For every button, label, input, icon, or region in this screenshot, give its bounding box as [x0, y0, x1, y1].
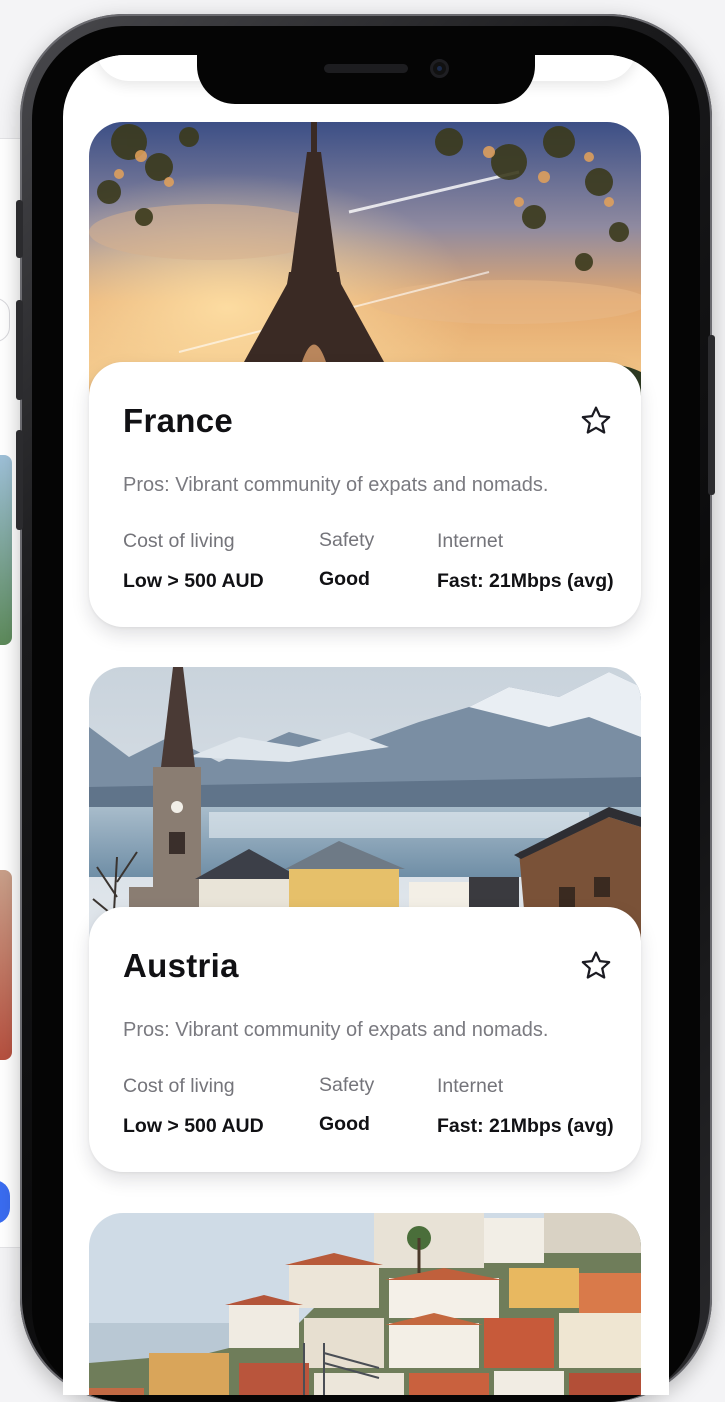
pros-text: Pros: Vibrant community of expats and no…	[123, 474, 549, 496]
app-screen[interactable]: France Pros: Vibrant community of expats…	[63, 55, 669, 1395]
internet-value: Fast: 21Mbps (avg)	[437, 1115, 614, 1137]
background-photo-strip	[0, 870, 12, 1060]
power-button	[708, 335, 715, 495]
star-outline-icon[interactable]	[579, 949, 613, 983]
destination-card-portugal[interactable]	[89, 1213, 641, 1395]
mute-switch	[16, 430, 23, 530]
porto-hillside-photo	[89, 1213, 641, 1395]
speaker-grille	[324, 64, 408, 73]
safety-value: Good	[319, 1113, 370, 1135]
cost-of-living-value: Low > 500 AUD	[123, 570, 264, 592]
destination-card-france[interactable]: France Pros: Vibrant community of expats…	[89, 122, 641, 627]
cost-of-living-value: Low > 500 AUD	[123, 1115, 264, 1137]
star-outline-icon[interactable]	[579, 404, 613, 438]
front-camera-icon	[430, 59, 449, 78]
destination-card-austria[interactable]: Austria Pros: Vibrant community of expat…	[89, 667, 641, 1172]
country-name: Austria	[123, 947, 239, 984]
destination-info-card: France Pros: Vibrant community of expats…	[89, 362, 641, 627]
pros-text: Pros: Vibrant community of expats and no…	[123, 1019, 549, 1041]
internet-label: Internet	[437, 1075, 504, 1097]
cost-of-living-label: Cost of living	[123, 530, 235, 552]
country-name: France	[123, 402, 234, 439]
internet-label: Internet	[437, 530, 504, 552]
safety-value: Good	[319, 568, 370, 590]
volume-down-button	[16, 300, 23, 400]
volume-up-button	[16, 200, 23, 258]
safety-label: Safety	[319, 1074, 375, 1096]
background-photo-strip	[0, 455, 12, 645]
phone-notch	[197, 40, 535, 104]
cost-of-living-label: Cost of living	[123, 1075, 235, 1097]
internet-value: Fast: 21Mbps (avg)	[437, 570, 614, 592]
safety-label: Safety	[319, 529, 375, 551]
destination-info-card: Austria Pros: Vibrant community of expat…	[89, 907, 641, 1172]
